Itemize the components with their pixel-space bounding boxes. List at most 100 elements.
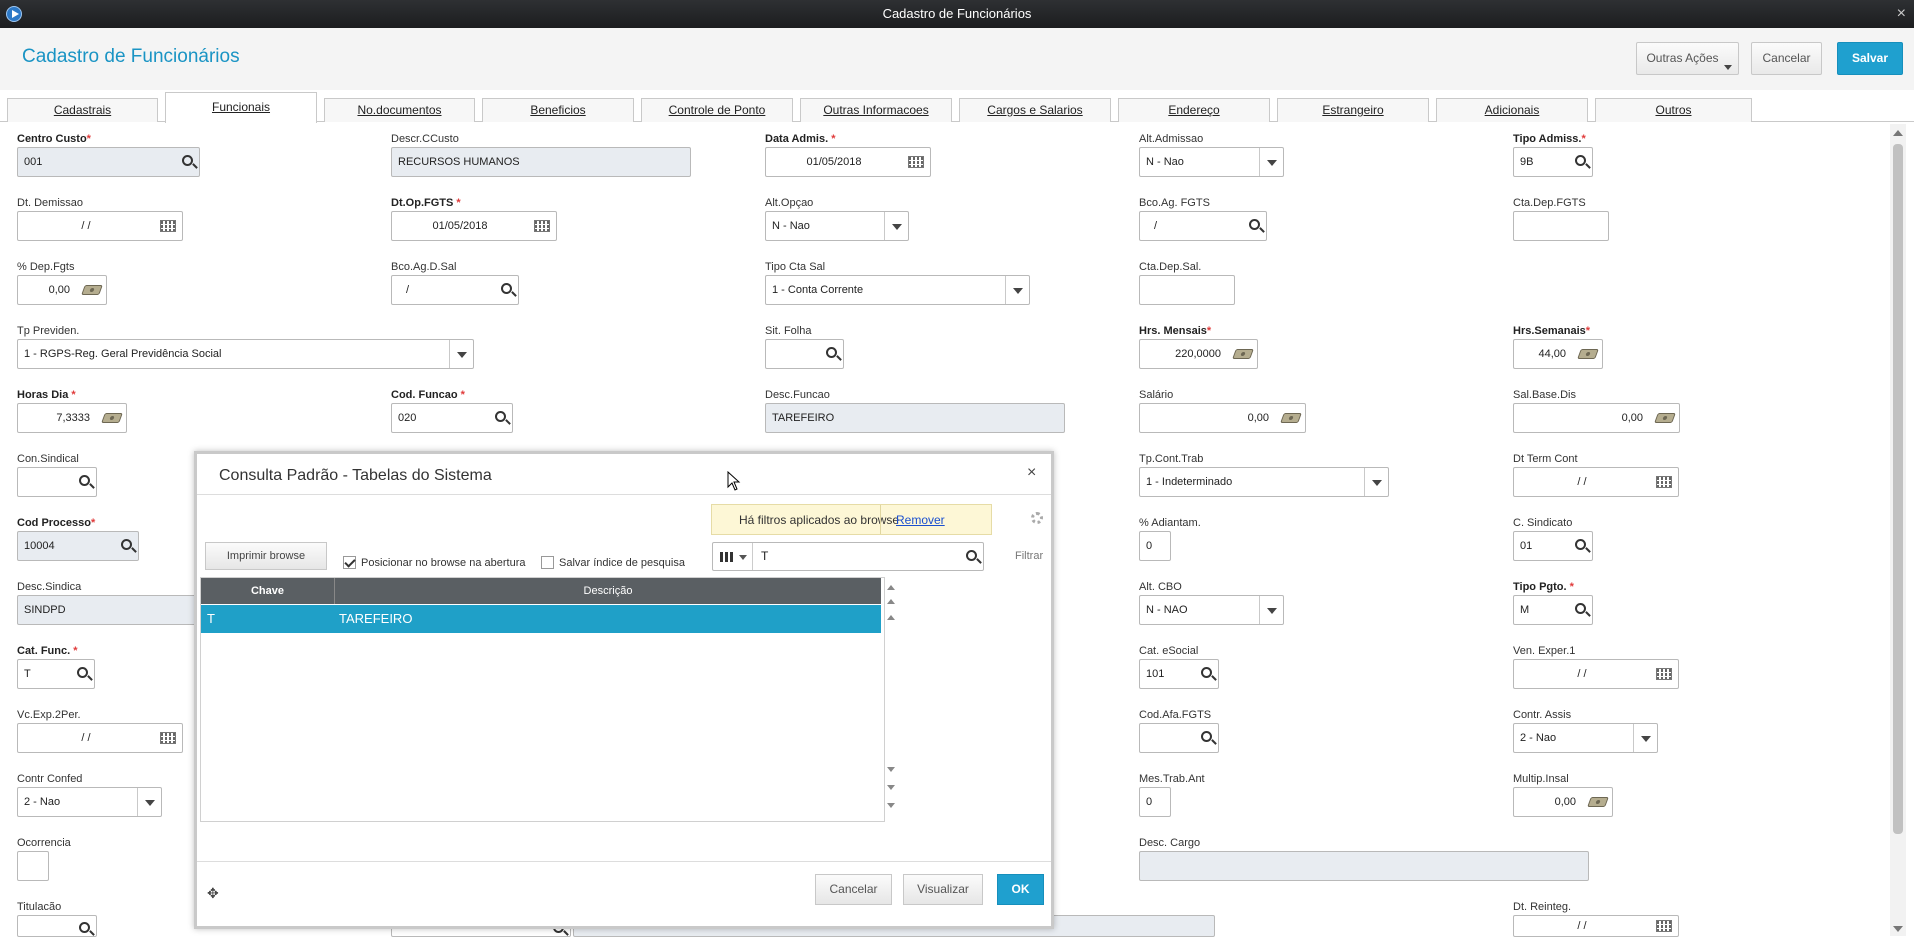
alt-opcao-select[interactable]: N - Nao (765, 211, 909, 241)
search-icon[interactable] (1575, 603, 1586, 614)
scroll-bottom-icon[interactable] (887, 803, 895, 808)
scroll-page-down-icon[interactable] (887, 785, 895, 790)
tab-funcionais[interactable]: Funcionais (165, 92, 317, 123)
scroll-page-up-icon[interactable] (887, 599, 895, 604)
money-icon[interactable] (1654, 413, 1676, 423)
alt-admissao-select[interactable]: N - Nao (1139, 147, 1284, 177)
cod-funcao-field[interactable]: 020 (391, 403, 513, 433)
save-button[interactable]: Salvar (1837, 42, 1903, 75)
chevron-down-icon[interactable] (1259, 148, 1283, 176)
tab-outras-informacoes[interactable]: Outras Informacoes (800, 98, 952, 122)
sal-base-dis-field[interactable]: 0,00 (1513, 403, 1680, 433)
cancel-button[interactable]: Cancelar (815, 874, 892, 905)
chevron-down-icon[interactable] (137, 788, 161, 816)
column-header-chave[interactable]: Chave (201, 578, 335, 604)
table-row[interactable]: T TAREFEIRO (201, 605, 881, 633)
cod-processo-field[interactable]: 10004 (17, 531, 139, 561)
calendar-icon[interactable] (1656, 668, 1672, 680)
tab-controle-de-ponto[interactable]: Controle de Ponto (641, 98, 793, 122)
remove-filter-link[interactable]: Remover (896, 513, 945, 527)
bco-ag-fgts-field[interactable]: / (1139, 211, 1267, 241)
multip-insal-field[interactable]: 0,00 (1513, 787, 1613, 817)
tab-estrangeiro[interactable]: Estrangeiro (1277, 98, 1429, 122)
scroll-up-icon[interactable] (1893, 130, 1903, 136)
money-icon[interactable] (1232, 349, 1254, 359)
chevron-down-icon[interactable] (1005, 276, 1029, 304)
data-admis-field[interactable]: 01/05/2018 (765, 147, 931, 177)
search-icon[interactable] (826, 347, 837, 358)
search-input[interactable]: T (712, 542, 984, 571)
scrollbar-thumb[interactable] (1893, 144, 1903, 834)
hrs-mensais-field[interactable]: 220,0000 (1139, 339, 1258, 369)
money-icon[interactable] (1577, 349, 1599, 359)
search-icon[interactable] (1249, 219, 1260, 230)
dt-op-fgts-field[interactable]: 01/05/2018 (391, 211, 557, 241)
dt-term-cont-field[interactable]: / / (1513, 467, 1679, 497)
dt-demissao-field[interactable]: / / (17, 211, 183, 241)
calendar-icon[interactable] (534, 220, 550, 232)
calendar-icon[interactable] (160, 732, 176, 744)
search-icon[interactable] (1201, 731, 1212, 742)
dt-reinteg-field[interactable]: / / (1513, 915, 1679, 937)
tab-adicionais[interactable]: Adicionais (1436, 98, 1588, 122)
centro-custo-field[interactable]: 001 (17, 147, 200, 177)
money-icon[interactable] (101, 413, 123, 423)
horas-dia-field[interactable]: 7,3333 (17, 403, 127, 433)
cancel-button[interactable]: Cancelar (1751, 42, 1822, 75)
search-icon[interactable] (501, 283, 512, 294)
salario-field[interactable]: 0,00 (1139, 403, 1306, 433)
search-icon[interactable] (1575, 539, 1586, 550)
search-icon[interactable] (182, 155, 193, 166)
search-icon[interactable] (1201, 667, 1212, 678)
scroll-top-icon[interactable] (887, 585, 895, 590)
chevron-down-icon[interactable] (1364, 468, 1388, 496)
alt-cbo-select[interactable]: N - NAO (1139, 595, 1284, 625)
page-scrollbar[interactable] (1890, 124, 1906, 936)
tipo-admis-field[interactable]: 9B (1513, 147, 1593, 177)
pct-dep-fgts-field[interactable]: 0,00 (17, 275, 107, 305)
scroll-down-icon[interactable] (1893, 926, 1903, 932)
cod-afa-fgts-field[interactable] (1139, 723, 1219, 753)
bco-ag-d-sal-field[interactable]: / (391, 275, 519, 305)
chevron-down-icon[interactable] (1633, 724, 1657, 752)
save-index-checkbox[interactable] (541, 556, 554, 569)
money-icon[interactable] (1587, 797, 1609, 807)
tipo-cta-sal-select[interactable]: 1 - Conta Corrente (765, 275, 1030, 305)
grid-scrollbar[interactable] (885, 579, 899, 822)
search-icon[interactable] (1575, 155, 1586, 166)
tab-beneficios[interactable]: Beneficios (482, 98, 634, 122)
cta-dep-fgts-field[interactable] (1513, 211, 1609, 241)
mes-trab-ant-field[interactable]: 0 (1139, 787, 1171, 817)
tab-cadastrais[interactable]: Cadastrais (7, 98, 158, 122)
column-header-descricao[interactable]: Descrição (335, 578, 881, 604)
view-button[interactable]: Visualizar (903, 874, 983, 905)
tp-cont-trab-select[interactable]: 1 - Indeterminado (1139, 467, 1389, 497)
search-icon[interactable] (966, 550, 977, 561)
cta-dep-sal-field[interactable] (1139, 275, 1235, 305)
print-browse-button[interactable]: Imprimir browse (205, 542, 327, 570)
calendar-icon[interactable] (1656, 476, 1672, 488)
chevron-down-icon[interactable] (884, 212, 908, 240)
con-sindical-field[interactable] (17, 467, 97, 497)
calendar-icon[interactable] (160, 220, 176, 232)
scroll-up-icon[interactable] (887, 615, 895, 620)
other-actions-button[interactable]: Outras Ações (1636, 42, 1739, 75)
cat-func-field[interactable]: T (17, 659, 95, 689)
pct-adiantam-field[interactable]: 0 (1139, 531, 1171, 561)
calendar-icon[interactable] (1656, 920, 1672, 932)
scroll-down-icon[interactable] (887, 767, 895, 772)
contr-assis-select[interactable]: 2 - Nao (1513, 723, 1658, 753)
search-icon[interactable] (77, 667, 88, 678)
search-icon[interactable] (79, 922, 90, 933)
search-icon[interactable] (495, 411, 506, 422)
titulacao-field[interactable] (17, 915, 97, 937)
move-icon[interactable]: ✥ (207, 885, 219, 902)
search-icon[interactable] (121, 539, 132, 550)
ocorrencia-field[interactable] (17, 851, 49, 881)
money-icon[interactable] (81, 285, 103, 295)
position-on-open-checkbox[interactable] (343, 556, 356, 569)
tp-previden-select[interactable]: 1 - RGPS-Reg. Geral Previdência Social (17, 339, 474, 369)
money-icon[interactable] (1280, 413, 1302, 423)
tab-cargos-e-salarios[interactable]: Cargos e Salarios (959, 98, 1111, 122)
gear-icon[interactable] (1031, 512, 1043, 524)
